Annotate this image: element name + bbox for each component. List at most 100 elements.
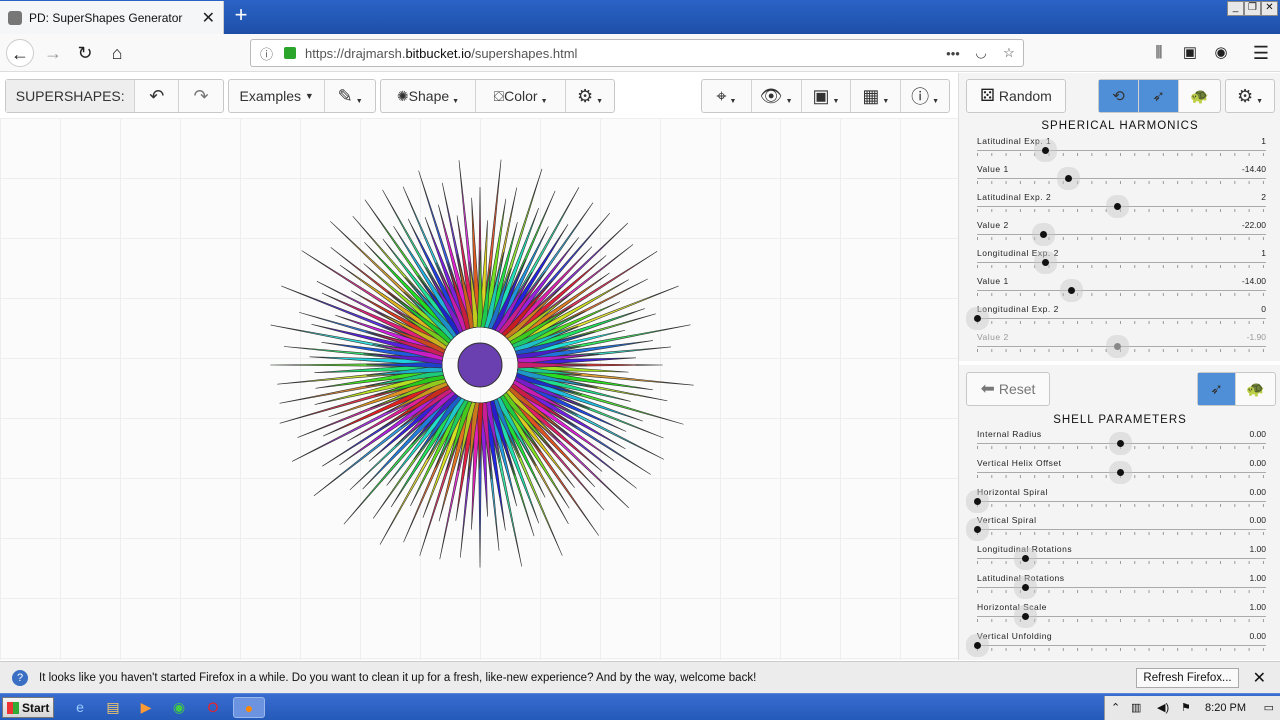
close-tab-icon[interactable]: ✕ <box>202 8 215 28</box>
bookmark-star-icon[interactable]: ☆ <box>995 45 1023 61</box>
color-button[interactable]: ⛋ Color ▼ <box>476 80 566 112</box>
slider-row[interactable]: Value 2 -22.00 <box>969 220 1269 249</box>
slider-track[interactable] <box>977 178 1266 179</box>
slider-knob[interactable] <box>1068 287 1076 294</box>
orbit-mode-button[interactable]: ⟲ <box>1099 80 1139 112</box>
slider-row[interactable]: Vertical Spiral 0.00 <box>969 515 1269 544</box>
slider-track[interactable] <box>977 234 1266 235</box>
slider-row[interactable]: Vertical Helix Offset 0.00 <box>969 458 1269 487</box>
flag-icon[interactable]: ⚑ <box>1181 701 1191 714</box>
slider-row[interactable]: Longitudinal Exp. 2 1 <box>969 248 1269 277</box>
slider-track[interactable] <box>977 644 1266 646</box>
slider-track[interactable] <box>977 318 1266 319</box>
forward-button[interactable]: → <box>39 39 67 67</box>
info-icon[interactable]: ⓘ <box>260 44 278 63</box>
explorer-icon[interactable]: ▤ <box>100 697 126 718</box>
start-button[interactable]: Start <box>2 697 54 718</box>
slider-track[interactable] <box>977 587 1266 588</box>
slider-knob[interactable] <box>974 641 981 649</box>
slider-row[interactable]: Value 2 -1.90 <box>969 332 1269 361</box>
reset-button[interactable]: ⬅ Reset <box>966 372 1050 406</box>
sidebar-icon[interactable]: ▣ <box>1176 39 1204 67</box>
slider-knob[interactable] <box>1116 440 1124 447</box>
cube-button[interactable]: ▦ ▼ <box>851 80 902 112</box>
menu-icon[interactable]: ☰ <box>1247 39 1275 67</box>
slider-label: Vertical Spiral <box>977 515 1037 526</box>
supershape-model[interactable] <box>240 125 720 605</box>
close-window-button[interactable]: ✕ <box>1261 1 1278 16</box>
slider-track[interactable] <box>977 500 1266 502</box>
chrome-icon[interactable]: ◉ <box>166 697 192 718</box>
slider-knob[interactable] <box>1039 231 1047 238</box>
slider-knob[interactable] <box>974 497 981 505</box>
pocket-icon[interactable]: ◡ <box>967 45 995 61</box>
close-notification-icon[interactable]: ✕ <box>1253 668 1266 688</box>
shape-button[interactable]: ✺ Shape ▼ <box>381 80 476 112</box>
hare-mode-button[interactable]: ➶ <box>1139 80 1179 112</box>
redo-button[interactable]: ↷ <box>179 80 223 112</box>
address-bar[interactable]: ⓘ https://drajmarsh.bitbucket.io/supersh… <box>250 39 1024 67</box>
display-button[interactable]: ▣ ▼ <box>802 80 852 112</box>
opera-icon[interactable]: O <box>200 697 226 718</box>
eye-button[interactable]: 👁 ▼ <box>752 80 802 112</box>
shell-hare-button[interactable]: ➶ <box>1198 373 1236 405</box>
slider-knob[interactable] <box>974 315 981 322</box>
slider-row[interactable]: Internal Radius 0.00 <box>969 429 1269 458</box>
browser-tab[interactable]: PD: SuperShapes Generator ✕ <box>0 1 224 34</box>
target-button[interactable]: ⌖ ▼ <box>702 80 752 112</box>
examples-button[interactable]: Examples ▼ <box>229 80 326 112</box>
library-icon[interactable]: ⫼ <box>1145 39 1173 67</box>
slider-row[interactable]: Horizontal Spiral 0.00 <box>969 487 1269 516</box>
slider-track[interactable] <box>977 346 1266 347</box>
slider-row[interactable]: Latitudinal Exp. 2 2 <box>969 192 1269 221</box>
app-label: SUPERSHAPES: <box>6 80 136 112</box>
minimize-button[interactable]: _ <box>1227 1 1244 16</box>
slider-track[interactable] <box>977 529 1266 531</box>
show-desktop-icon[interactable]: ▭ <box>1264 701 1274 714</box>
slider-row[interactable]: Latitudinal Exp. 1 1 <box>969 136 1269 165</box>
settings-button[interactable]: ⚙ ▼ <box>566 80 614 112</box>
slider-track[interactable] <box>977 290 1266 291</box>
network-icon[interactable]: ▥ <box>1131 701 1141 714</box>
new-tab-button[interactable]: + <box>230 4 252 28</box>
turtle-icon: 🐢 <box>1190 88 1209 105</box>
slider-row[interactable]: Value 1 -14.40 <box>969 164 1269 193</box>
slider-track[interactable] <box>977 558 1266 560</box>
tray-expand-icon[interactable]: ⌃ <box>1111 701 1120 714</box>
slider-row[interactable]: Longitudinal Rotations 1.00 <box>969 544 1269 573</box>
slider-knob[interactable] <box>1116 468 1124 476</box>
page-actions-icon[interactable]: ••• <box>939 46 967 61</box>
lock-icon[interactable] <box>284 47 296 59</box>
shell-turtle-button[interactable]: 🐢 <box>1236 373 1275 405</box>
home-button[interactable]: ⌂ <box>103 39 131 67</box>
volume-icon[interactable]: ◀) <box>1157 701 1169 714</box>
slider-row[interactable]: Horizontal Scale 1.00 <box>969 602 1269 631</box>
slider-track[interactable] <box>977 262 1266 263</box>
slider-track[interactable] <box>977 615 1266 617</box>
slider-knob[interactable] <box>1113 203 1121 210</box>
ie-icon[interactable]: e <box>67 697 93 718</box>
back-button[interactable]: ← <box>6 39 34 67</box>
undo-button[interactable]: ↶ <box>135 80 180 112</box>
account-icon[interactable]: ◉ <box>1207 39 1235 67</box>
slider-value: 1.00 <box>1249 573 1266 583</box>
panel-settings-button[interactable]: ⚙ ▼ <box>1225 79 1275 113</box>
section-title-shell: SHELL PARAMETERS <box>1053 414 1187 426</box>
slider-label: Latitudinal Exp. 1 <box>977 136 1052 146</box>
slider-row[interactable]: Longitudinal Exp. 2 0 <box>969 304 1269 333</box>
refresh-firefox-button[interactable]: Refresh Firefox... <box>1136 667 1239 688</box>
firefox-taskbar-icon[interactable]: ● <box>233 697 265 718</box>
slider-track[interactable] <box>977 150 1266 151</box>
pen-tool-button[interactable]: ✎ ▼ <box>325 80 375 112</box>
media-player-icon[interactable]: ▶ <box>133 697 159 718</box>
slider-row[interactable]: Value 1 -14.00 <box>969 276 1269 305</box>
slider-track[interactable] <box>977 206 1266 207</box>
restore-button[interactable]: ❐ <box>1244 1 1261 16</box>
slider-row[interactable]: Latitudinal Rotations 1.00 <box>969 573 1269 602</box>
slider-row[interactable]: Vertical Unfolding 0.00 <box>969 631 1269 660</box>
info-button[interactable]: ⓘ ▼ <box>901 80 949 112</box>
slider-knob[interactable] <box>1113 343 1121 350</box>
turtle-mode-button[interactable]: 🐢 <box>1179 80 1220 112</box>
random-button[interactable]: ⚄ Random <box>966 79 1066 113</box>
reload-button[interactable]: ↻ <box>71 39 99 67</box>
